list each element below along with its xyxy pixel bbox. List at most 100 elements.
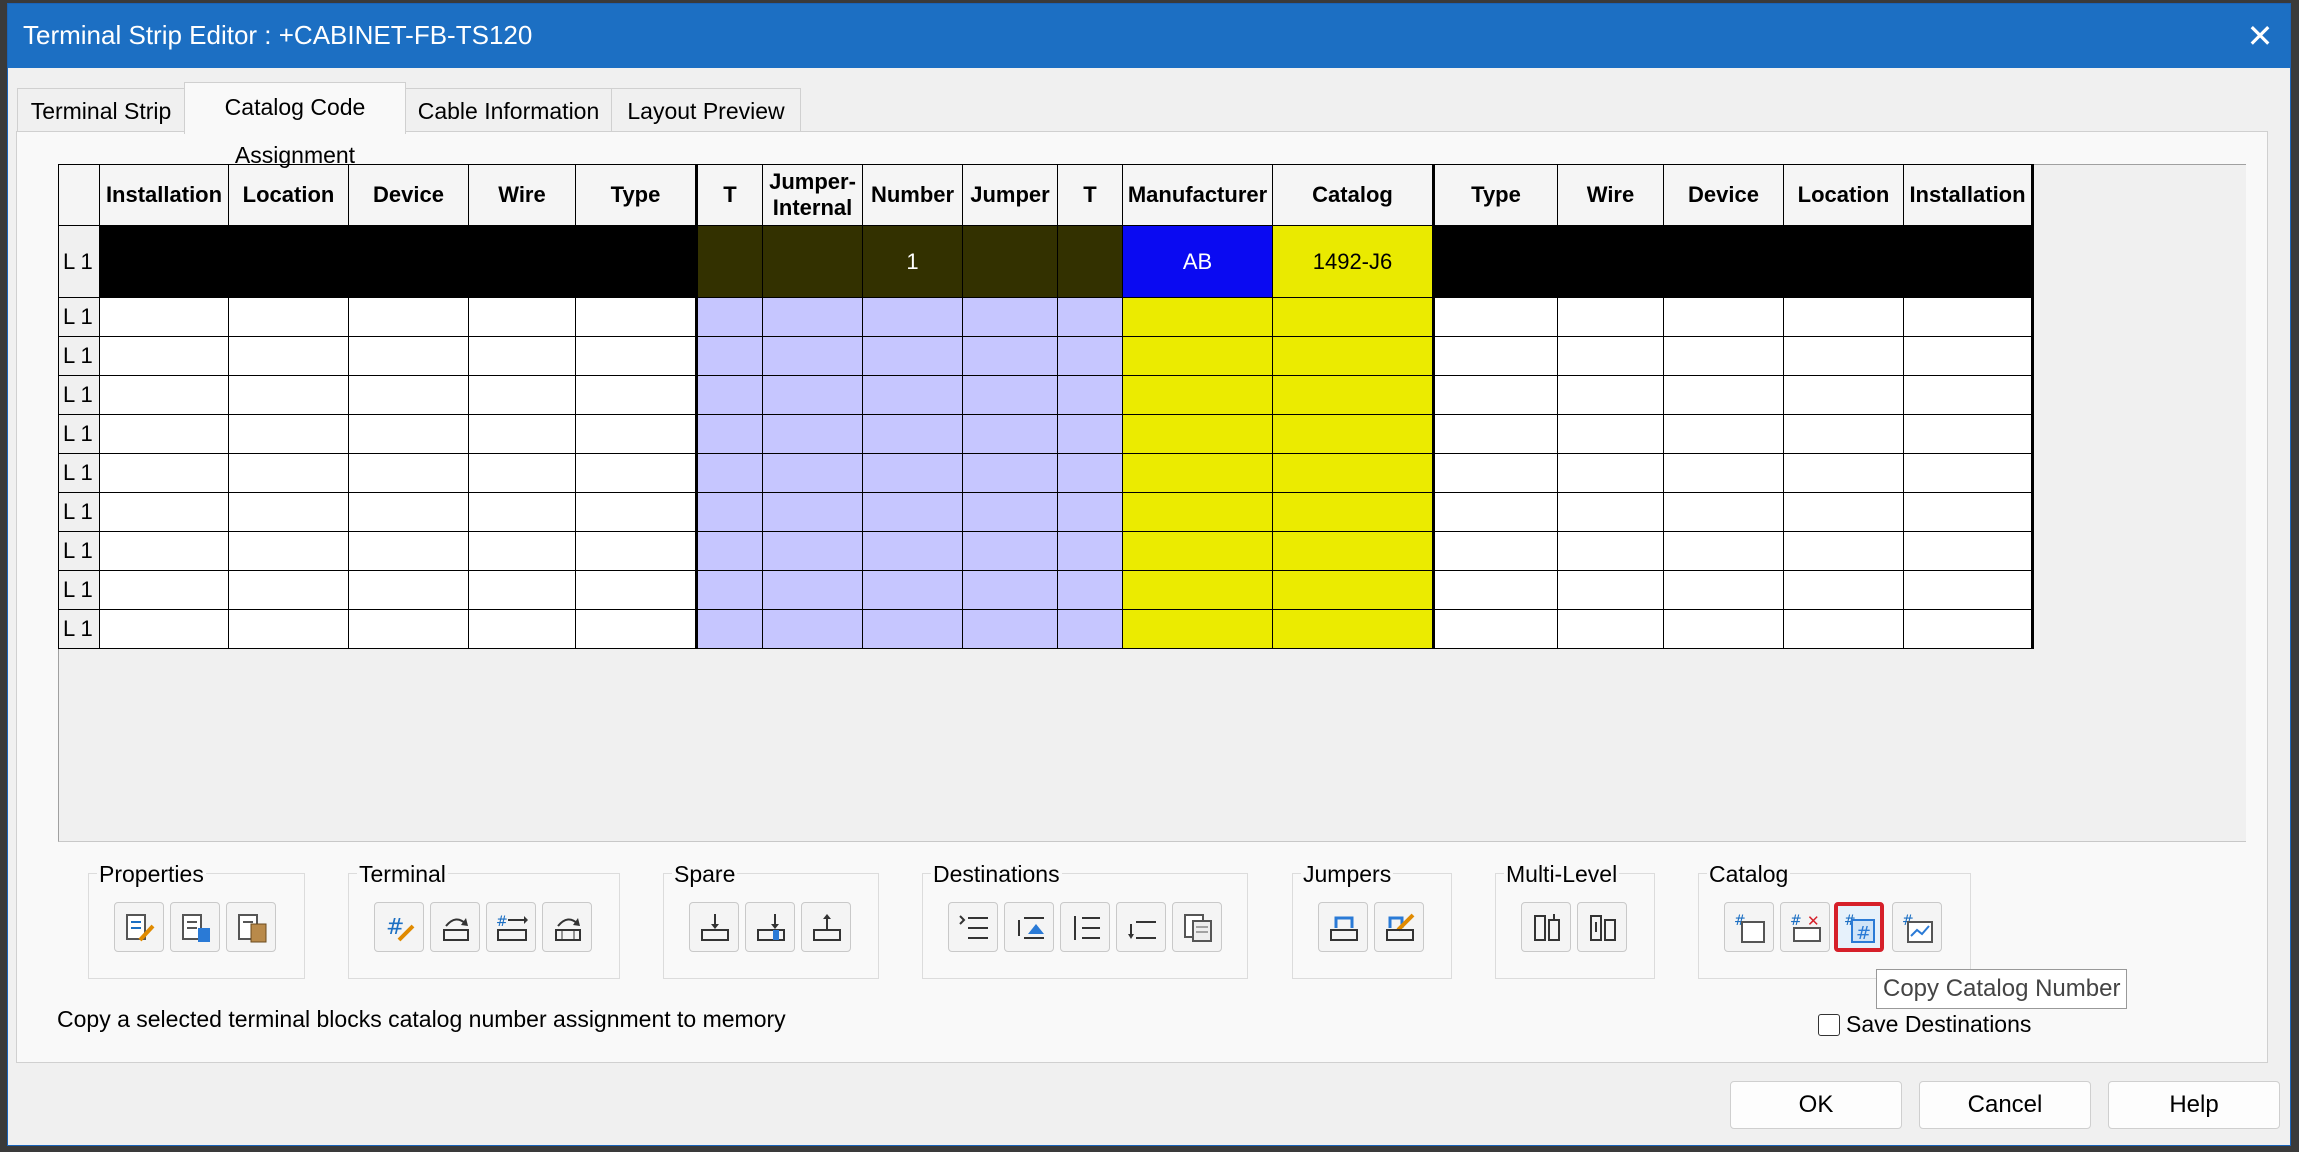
cell[interactable] xyxy=(468,492,576,532)
cell[interactable] xyxy=(1903,336,2034,376)
header-device-left[interactable]: Device xyxy=(348,164,469,226)
cell[interactable] xyxy=(762,375,863,415)
terminal-number-cell[interactable]: 1 xyxy=(862,225,963,298)
cell[interactable] xyxy=(1433,531,1558,571)
cell[interactable] xyxy=(99,453,229,493)
multilevel-add-icon[interactable] xyxy=(1521,902,1571,952)
move-destination-icon[interactable] xyxy=(1116,902,1166,952)
cell[interactable] xyxy=(1057,453,1123,493)
cell[interactable] xyxy=(348,225,469,298)
cell[interactable] xyxy=(1057,414,1123,454)
cell[interactable] xyxy=(228,570,349,610)
cell[interactable] xyxy=(1433,375,1558,415)
cell[interactable] xyxy=(1663,375,1784,415)
multilevel-remove-icon[interactable] xyxy=(1577,902,1627,952)
swap-destinations-icon[interactable] xyxy=(1004,902,1054,952)
cell[interactable] xyxy=(696,453,763,493)
flip-destinations-icon[interactable] xyxy=(1060,902,1110,952)
table-row[interactable]: L 1 xyxy=(58,297,2034,337)
cell[interactable] xyxy=(575,570,698,610)
header-device-right[interactable]: Device xyxy=(1663,164,1784,226)
cell[interactable] xyxy=(228,414,349,454)
cell[interactable] xyxy=(348,336,469,376)
cell[interactable] xyxy=(1122,492,1273,532)
cell[interactable] xyxy=(1783,609,1904,649)
cell[interactable] xyxy=(1903,225,2034,298)
cell[interactable] xyxy=(1057,492,1123,532)
header-installation-left[interactable]: Installation xyxy=(99,164,229,226)
cell[interactable] xyxy=(348,492,469,532)
cell[interactable] xyxy=(1663,336,1784,376)
cell[interactable] xyxy=(575,609,698,649)
cell[interactable] xyxy=(1903,414,2034,454)
cell[interactable] xyxy=(962,414,1058,454)
cell[interactable] xyxy=(1557,531,1664,571)
cell[interactable] xyxy=(696,297,763,337)
row-header[interactable]: L 1 xyxy=(58,375,100,415)
cell[interactable] xyxy=(1783,297,1904,337)
cell[interactable] xyxy=(99,225,229,298)
cell[interactable] xyxy=(468,414,576,454)
cell[interactable] xyxy=(99,570,229,610)
cell[interactable] xyxy=(1122,609,1273,649)
cell[interactable] xyxy=(1903,297,2034,337)
cell[interactable] xyxy=(575,375,698,415)
cell[interactable] xyxy=(228,609,349,649)
add-spare-icon[interactable] xyxy=(745,902,795,952)
cell[interactable] xyxy=(575,531,698,571)
header-corner[interactable] xyxy=(58,164,100,226)
row-header[interactable]: L 1 xyxy=(58,453,100,493)
edit-terminal-icon[interactable]: # xyxy=(374,902,424,952)
cell[interactable] xyxy=(1057,570,1123,610)
cell[interactable] xyxy=(468,297,576,337)
cell[interactable] xyxy=(348,297,469,337)
row-header[interactable]: L 1 xyxy=(58,492,100,532)
cell[interactable] xyxy=(1272,570,1435,610)
cell[interactable] xyxy=(862,375,963,415)
cell[interactable] xyxy=(696,375,763,415)
catalog-cell[interactable]: 1492-J6 xyxy=(1272,225,1435,298)
cell[interactable] xyxy=(1057,375,1123,415)
cell[interactable] xyxy=(696,609,763,649)
cell[interactable] xyxy=(762,609,863,649)
cell[interactable] xyxy=(99,375,229,415)
header-installation-right[interactable]: Installation xyxy=(1903,164,2034,226)
move-terminal-icon[interactable]: # xyxy=(486,902,536,952)
cell[interactable] xyxy=(962,570,1058,610)
row-header[interactable]: L 1 xyxy=(58,414,100,454)
cell[interactable] xyxy=(1122,570,1273,610)
cell[interactable] xyxy=(99,414,229,454)
cell[interactable] xyxy=(1903,453,2034,493)
cell[interactable] xyxy=(696,336,763,376)
terminal-grid[interactable]: Installation Location Device Wire Type T… xyxy=(58,164,2034,649)
cell[interactable] xyxy=(962,492,1058,532)
cell[interactable] xyxy=(575,297,698,337)
cell[interactable] xyxy=(575,414,698,454)
cell[interactable] xyxy=(1272,453,1435,493)
table-row[interactable]: L 1 xyxy=(58,414,2034,454)
header-type-right[interactable]: Type xyxy=(1433,164,1558,226)
cell[interactable] xyxy=(1903,531,2034,571)
cell[interactable] xyxy=(99,609,229,649)
delete-catalog-icon[interactable]: # ✕ xyxy=(1780,902,1830,952)
cell[interactable] xyxy=(228,492,349,532)
header-jumper[interactable]: Jumper xyxy=(962,164,1058,226)
table-row[interactable]: L 1 xyxy=(58,492,2034,532)
cell[interactable] xyxy=(468,225,576,298)
cell[interactable] xyxy=(862,453,963,493)
cell[interactable] xyxy=(1557,609,1664,649)
cell[interactable] xyxy=(962,225,1058,298)
header-t-left[interactable]: T xyxy=(696,164,763,226)
cell[interactable] xyxy=(862,531,963,571)
cell[interactable] xyxy=(962,531,1058,571)
cell[interactable] xyxy=(1557,570,1664,610)
header-number[interactable]: Number xyxy=(862,164,963,226)
cell[interactable] xyxy=(762,336,863,376)
cell[interactable] xyxy=(1057,297,1123,337)
ok-button[interactable]: OK xyxy=(1730,1081,1902,1129)
cell[interactable] xyxy=(99,492,229,532)
tab-terminal-strip[interactable]: Terminal Strip xyxy=(17,88,185,132)
cell[interactable] xyxy=(1783,375,1904,415)
delete-spare-icon[interactable] xyxy=(801,902,851,952)
cell[interactable] xyxy=(1903,570,2034,610)
